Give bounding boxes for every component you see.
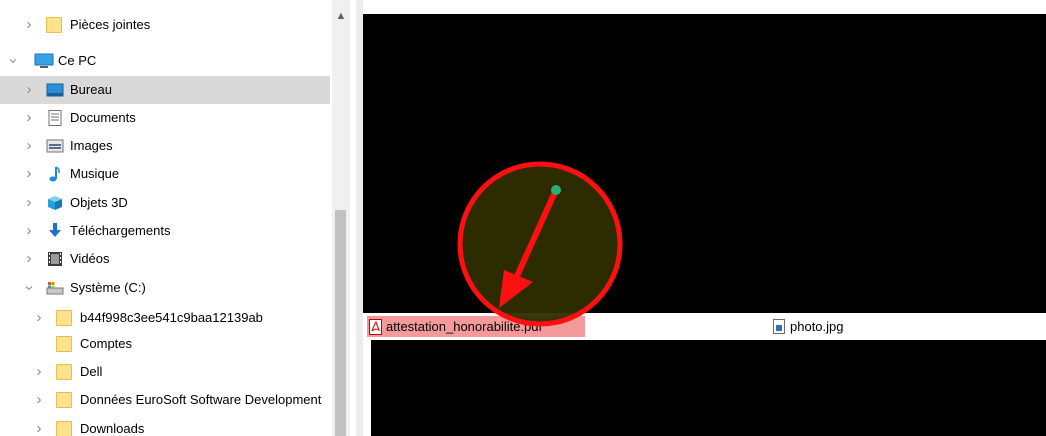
chevron-down-icon[interactable]: › xyxy=(0,54,27,68)
chevron-right-icon[interactable]: › xyxy=(22,160,36,188)
nav-item-label: b44f998c3ee541c9baa12139ab xyxy=(80,310,263,325)
nav-item-label: Objets 3D xyxy=(70,195,128,210)
scrollbar-thumb[interactable] xyxy=(335,210,346,436)
nav-item-label: Pièces jointes xyxy=(70,17,151,32)
chevron-right-icon[interactable]: › xyxy=(22,245,36,273)
nav-item-label: Downloads xyxy=(80,421,145,436)
chevron-right-icon[interactable]: › xyxy=(32,304,46,332)
chevron-right-icon[interactable]: › xyxy=(22,76,36,104)
chevron-right-icon[interactable]: › xyxy=(22,217,36,245)
nav-item-documents[interactable]: › Documents xyxy=(0,104,330,132)
content-view-bottom xyxy=(371,340,1046,436)
nav-item-downloads[interactable]: › Downloads xyxy=(0,415,330,436)
file-name: photo.jpg xyxy=(790,319,844,334)
chevron-right-icon[interactable]: › xyxy=(22,189,36,217)
pane-divider[interactable] xyxy=(356,0,363,436)
scroll-up-arrow-icon[interactable]: ▲ xyxy=(332,8,350,24)
nav-item-musique[interactable]: › Musique xyxy=(0,160,330,188)
folder-icon xyxy=(56,392,72,408)
navigation-pane[interactable]: › Pièces jointes › Ce PC › Bureau › Docu… xyxy=(0,0,356,436)
computer-icon xyxy=(34,53,54,69)
drive-icon xyxy=(46,280,64,296)
folder-icon xyxy=(56,310,72,326)
nav-item-label: Documents xyxy=(70,110,136,125)
objects-3d-icon xyxy=(46,195,64,211)
desktop-icon xyxy=(46,82,64,98)
nav-item-label: Données EuroSoft Software Development xyxy=(80,392,322,407)
nav-item-label: Vidéos xyxy=(70,251,110,266)
content-view-top xyxy=(363,14,1046,313)
music-icon xyxy=(46,166,64,182)
chevron-right-icon[interactable]: › xyxy=(22,11,36,39)
documents-icon xyxy=(46,110,64,126)
folder-icon xyxy=(56,364,72,380)
file-item-pdf[interactable]: attestation_honorabilite.pdf xyxy=(367,316,585,337)
nav-item-images[interactable]: › Images xyxy=(0,132,330,160)
nav-item-label: Téléchargements xyxy=(70,223,171,238)
chevron-right-icon[interactable]: › xyxy=(32,386,46,414)
nav-item-videos[interactable]: › Vidéos xyxy=(0,245,330,273)
nav-item-donnees-eurosoft[interactable]: › Données EuroSoft Software Development xyxy=(0,386,330,414)
file-list-row: attestation_honorabilite.pdf photo.jpg xyxy=(363,313,1046,340)
nav-item-pieces-jointes[interactable]: › Pièces jointes xyxy=(0,11,330,39)
folder-icon xyxy=(56,336,72,352)
nav-item-objets-3d[interactable]: › Objets 3D xyxy=(0,189,330,217)
nav-item-telechargements[interactable]: › Téléchargements xyxy=(0,217,330,245)
nav-item-label: Images xyxy=(70,138,113,153)
nav-item-label: Système (C:) xyxy=(70,280,146,295)
chevron-right-icon[interactable]: › xyxy=(22,132,36,160)
folder-icon xyxy=(46,17,62,33)
nav-item-label: Dell xyxy=(80,364,103,379)
nav-item-bureau[interactable]: › Bureau xyxy=(0,76,330,104)
nav-item-label: Musique xyxy=(70,166,120,181)
chevron-down-icon[interactable]: › xyxy=(15,281,43,295)
nav-item-label: Bureau xyxy=(70,82,112,97)
image-file-icon xyxy=(773,319,785,334)
nav-item-b44f998c[interactable]: › b44f998c3ee541c9baa12139ab xyxy=(0,304,330,332)
nav-scrollbar[interactable]: ▲ xyxy=(332,0,350,436)
chevron-right-icon[interactable]: › xyxy=(32,415,46,436)
pdf-icon xyxy=(369,318,383,335)
videos-icon xyxy=(46,251,64,267)
nav-item-dell[interactable]: › Dell xyxy=(0,358,330,386)
nav-item-comptes[interactable]: Comptes xyxy=(0,330,330,358)
downloads-icon xyxy=(46,223,64,239)
chevron-right-icon[interactable]: › xyxy=(22,104,36,132)
file-name: attestation_honorabilite.pdf xyxy=(386,319,543,334)
folder-icon xyxy=(56,421,72,436)
nav-item-label: Comptes xyxy=(80,336,133,351)
nav-item-ce-pc[interactable]: › Ce PC xyxy=(0,47,330,75)
file-item-jpg[interactable]: photo.jpg xyxy=(773,316,844,337)
nav-item-systeme-c[interactable]: › Système (C:) xyxy=(0,274,330,302)
pictures-icon xyxy=(46,138,64,154)
chevron-right-icon[interactable]: › xyxy=(32,358,46,386)
nav-item-label: Ce PC xyxy=(58,53,97,68)
content-area[interactable]: attestation_honorabilite.pdf photo.jpg xyxy=(363,0,1046,436)
